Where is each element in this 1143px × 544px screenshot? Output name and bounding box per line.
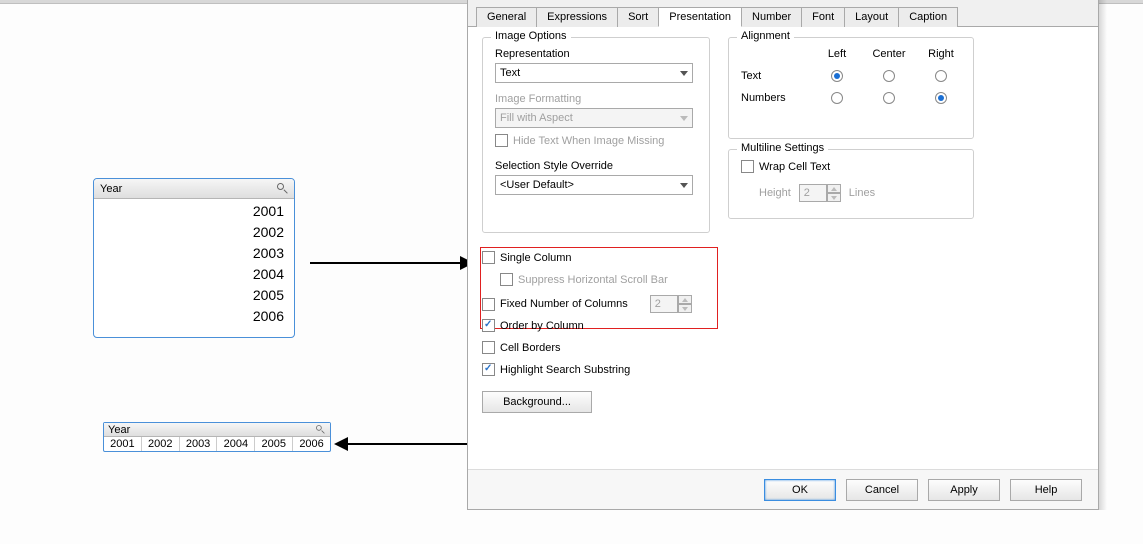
- year-listbox-vertical[interactable]: Year 2001 2002 2003 2004 2005 2006: [93, 178, 295, 338]
- list-item[interactable]: 2005: [94, 285, 284, 306]
- select-value: Text: [500, 67, 520, 79]
- single-column-checkbox[interactable]: Single Column: [482, 251, 572, 264]
- image-formatting-label: Image Formatting: [495, 93, 697, 105]
- tab-sort[interactable]: Sort: [617, 7, 659, 27]
- ok-button[interactable]: OK: [764, 479, 836, 501]
- listbox-header: Year: [104, 423, 330, 437]
- align-left-label: Left: [828, 48, 846, 60]
- list-item[interactable]: 2005: [255, 437, 293, 451]
- lines-label: Lines: [849, 187, 875, 199]
- spinner-value: 2: [799, 184, 827, 202]
- spinner-down-button: [678, 304, 692, 313]
- numbers-align-left-radio[interactable]: [831, 92, 843, 104]
- spinner-up-button: [678, 295, 692, 304]
- background-button[interactable]: Background...: [482, 391, 592, 413]
- year-items-vertical: 2001 2002 2003 2004 2005 2006: [94, 199, 294, 329]
- image-options-group: Image Options Representation Text Image …: [482, 37, 710, 233]
- align-center-label: Center: [872, 48, 905, 60]
- cancel-button[interactable]: Cancel: [846, 479, 918, 501]
- tab-bar: General Expressions Sort Presentation Nu…: [468, 0, 1098, 27]
- height-spinner: 2: [799, 184, 841, 202]
- tab-general[interactable]: General: [476, 7, 537, 27]
- chevron-down-icon: [680, 116, 688, 121]
- list-item[interactable]: 2002: [94, 222, 284, 243]
- selection-style-select[interactable]: <User Default>: [495, 175, 693, 195]
- search-icon[interactable]: [316, 425, 325, 434]
- tab-layout[interactable]: Layout: [844, 7, 899, 27]
- fixed-columns-checkbox[interactable]: Fixed Number of Columns: [482, 298, 628, 311]
- properties-dialog: General Expressions Sort Presentation Nu…: [467, 0, 1099, 510]
- text-align-left-radio[interactable]: [831, 70, 843, 82]
- apply-button[interactable]: Apply: [928, 479, 1000, 501]
- select-value: Fill with Aspect: [500, 112, 573, 124]
- spinner-value: 2: [650, 295, 678, 313]
- text-align-right-radio[interactable]: [935, 70, 947, 82]
- representation-select[interactable]: Text: [495, 63, 693, 83]
- list-item[interactable]: 2003: [180, 437, 218, 451]
- list-item[interactable]: 2004: [217, 437, 255, 451]
- checkbox-label: Order by Column: [500, 320, 584, 332]
- listbox-header: Year: [94, 179, 294, 199]
- checkbox-label: Cell Borders: [500, 342, 561, 354]
- year-items-horizontal: 2001 2002 2003 2004 2005 2006: [104, 437, 330, 451]
- list-item[interactable]: 2006: [94, 306, 284, 327]
- listbox-title: Year: [100, 183, 122, 195]
- list-item[interactable]: 2003: [94, 243, 284, 264]
- tab-font[interactable]: Font: [801, 7, 845, 27]
- group-title: Alignment: [737, 30, 794, 42]
- group-title: Multiline Settings: [737, 142, 828, 154]
- checkbox-label: Hide Text When Image Missing: [513, 135, 664, 147]
- checkbox-label: Fixed Number of Columns: [500, 298, 628, 310]
- alignment-group: Alignment Left Center Right Text Numbers: [728, 37, 974, 139]
- cell-borders-checkbox[interactable]: Cell Borders: [482, 341, 561, 354]
- annotation-arrow: [310, 262, 460, 264]
- align-numbers-row-label: Numbers: [741, 92, 786, 104]
- fixed-columns-spinner: 2: [650, 295, 692, 313]
- align-text-row-label: Text: [741, 70, 761, 82]
- highlight-search-checkbox[interactable]: ✓ Highlight Search Substring: [482, 363, 630, 376]
- checkbox-label: Single Column: [500, 252, 572, 264]
- wrap-cell-text-checkbox[interactable]: Wrap Cell Text: [741, 160, 830, 173]
- search-icon[interactable]: [277, 183, 288, 194]
- tab-presentation[interactable]: Presentation: [658, 7, 742, 27]
- column-options: Single Column Suppress Horizontal Scroll…: [482, 245, 724, 413]
- list-item[interactable]: 2006: [293, 437, 330, 451]
- arrow-head-icon: [334, 437, 348, 451]
- tab-expressions[interactable]: Expressions: [536, 7, 618, 27]
- year-listbox-horizontal[interactable]: Year 2001 2002 2003 2004 2005 2006: [103, 422, 331, 452]
- dialog-shadow: [1099, 0, 1107, 510]
- select-value: <User Default>: [500, 179, 574, 191]
- listbox-title: Year: [108, 424, 130, 436]
- align-right-label: Right: [928, 48, 954, 60]
- text-align-center-radio[interactable]: [883, 70, 895, 82]
- checkbox-label: Highlight Search Substring: [500, 364, 630, 376]
- multiline-group: Multiline Settings Wrap Cell Text Height…: [728, 149, 974, 219]
- height-label: Height: [759, 187, 791, 199]
- numbers-align-right-radio[interactable]: [935, 92, 947, 104]
- hide-text-missing-checkbox: Hide Text When Image Missing: [495, 134, 664, 147]
- spinner-down-button: [827, 193, 841, 202]
- image-formatting-select: Fill with Aspect: [495, 108, 693, 128]
- tab-number[interactable]: Number: [741, 7, 802, 27]
- chevron-down-icon: [680, 183, 688, 188]
- list-item[interactable]: 2004: [94, 264, 284, 285]
- list-item[interactable]: 2001: [94, 201, 284, 222]
- spinner-up-button: [827, 184, 841, 193]
- help-button[interactable]: Help: [1010, 479, 1082, 501]
- annotation-arrow: [348, 443, 476, 445]
- order-by-column-checkbox[interactable]: ✓ Order by Column: [482, 319, 584, 332]
- list-item[interactable]: 2002: [142, 437, 180, 451]
- list-item[interactable]: 2001: [104, 437, 142, 451]
- chevron-down-icon: [680, 71, 688, 76]
- numbers-align-center-radio[interactable]: [883, 92, 895, 104]
- group-title: Image Options: [491, 30, 571, 42]
- representation-label: Representation: [495, 48, 697, 60]
- checkbox-label: Wrap Cell Text: [759, 161, 830, 173]
- checkbox-label: Suppress Horizontal Scroll Bar: [518, 274, 668, 286]
- presentation-panel: Image Options Representation Text Image …: [468, 27, 1098, 457]
- suppress-hscroll-checkbox: Suppress Horizontal Scroll Bar: [500, 273, 668, 286]
- selection-style-label: Selection Style Override: [495, 160, 697, 172]
- tab-caption[interactable]: Caption: [898, 7, 958, 27]
- dialog-button-bar: OK Cancel Apply Help: [468, 469, 1098, 509]
